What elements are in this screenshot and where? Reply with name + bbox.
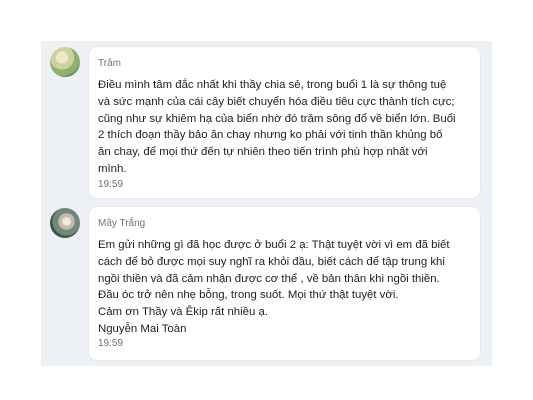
message-line: ngồi thiền và đã cảm nhận được cơ thể , …	[98, 272, 440, 285]
message-line: 2 thích đoạn thầy bảo ăn chay nhưng ko p…	[98, 129, 443, 142]
avatar[interactable]	[50, 208, 80, 238]
message-bubble: Trâm Điều mình tâm đắc nhất khi thầy chi…	[89, 47, 480, 198]
message-line: mình.	[98, 162, 127, 175]
message-line: Điều mình tâm đắc nhất khi thầy chia sẻ,…	[98, 79, 447, 91]
message-text: Điều mình tâm đắc nhất khi thầy chia sẻ,…	[98, 77, 470, 178]
sender-name[interactable]: Trâm	[98, 58, 121, 69]
avatar[interactable]	[50, 47, 80, 77]
message-bubble: Mây Trắng Em gửi những gì đã học được ở …	[89, 207, 480, 360]
message-line: Em gửi những gì đã học được ở buổi 2 ạ: …	[98, 239, 450, 251]
message-line: Nguyễn Mai Toàn	[98, 322, 187, 335]
message-line: Đầu óc trở nên nhẹ bỗng, trong suốt. Mọi…	[98, 289, 399, 302]
message-timestamp: 19:59	[98, 338, 124, 349]
message-timestamp: 19:59	[98, 179, 124, 190]
message-line: Cảm ơn Thầy và Êkip rất nhiều ạ.	[98, 306, 268, 319]
sender-name[interactable]: Mây Trắng	[98, 218, 145, 229]
message-line: ăn chay, để mọi thứ đến tự nhiên theo ti…	[98, 146, 428, 159]
message-line: cũng như sự khiêm hạ của biển nhờ đó tră…	[98, 112, 456, 125]
message-line: và sức mạnh của cái cây biết chuyển hóa …	[98, 95, 455, 108]
chat-panel: Trâm Điều mình tâm đắc nhất khi thầy chi…	[41, 41, 492, 366]
message-line: cách để bỏ được mọi suy nghĩ ra khỏi đầu…	[98, 255, 445, 268]
message-text: Em gửi những gì đã học được ở buổi 2 ạ: …	[98, 237, 470, 338]
